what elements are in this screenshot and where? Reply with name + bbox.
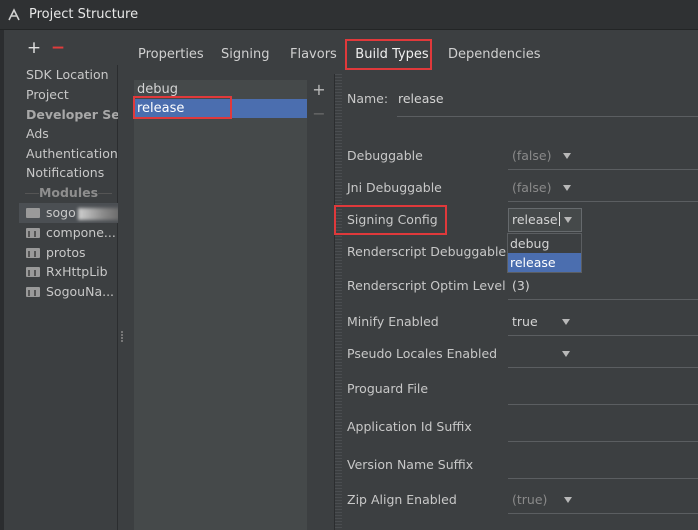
renderscript-optim-level-label: Renderscript Optim Level xyxy=(347,278,506,293)
field-underline xyxy=(508,169,698,170)
remove-build-type-button[interactable]: − xyxy=(311,106,327,122)
signing-config-value[interactable]: release xyxy=(512,209,560,231)
tab-dependencies[interactable]: Dependencies xyxy=(448,40,541,70)
minify-enabled-value[interactable]: true xyxy=(512,311,538,333)
library-module-icon xyxy=(26,227,40,238)
build-types-toolbar: + − xyxy=(311,82,331,130)
application-id-suffix-label: Application Id Suffix xyxy=(347,419,472,434)
proguard-file-label: Proguard File xyxy=(347,381,429,396)
sidebar-module-item[interactable]: protos xyxy=(19,243,118,263)
debuggable-value[interactable]: (false) xyxy=(512,145,552,167)
version-name-suffix-field[interactable] xyxy=(508,478,698,479)
highlight-signing-config xyxy=(334,205,447,235)
folder-module-icon xyxy=(26,207,40,218)
sidebar-developer-services-header: Developer Se... xyxy=(26,107,118,122)
panel-separator xyxy=(334,74,342,530)
window-title: Project Structure xyxy=(29,7,139,22)
library-module-icon xyxy=(26,286,40,297)
build-type-properties: Name: release Debuggable (false) Jni Deb… xyxy=(346,80,698,530)
dropdown-option-debug[interactable]: debug xyxy=(508,234,581,253)
debuggable-label: Debuggable xyxy=(347,148,423,163)
chevron-down-icon[interactable] xyxy=(564,497,572,503)
tab-signing[interactable]: Signing xyxy=(221,40,269,70)
chevron-down-icon[interactable] xyxy=(562,351,570,357)
build-types-list: debug release xyxy=(134,80,307,530)
sidebar-item-authentication[interactable]: Authentication xyxy=(19,144,118,164)
sidebar-module-item[interactable]: sogo xyxy=(19,203,118,223)
name-label: Name: xyxy=(347,91,389,106)
tab-flavors[interactable]: Flavors xyxy=(290,40,337,70)
zip-align-enabled-label: Zip Align Enabled xyxy=(347,492,457,507)
structure-sidebar: SDK Location Project Developer Se... Ads… xyxy=(19,65,118,530)
minify-enabled-label: Minify Enabled xyxy=(347,314,439,329)
splitter-handle[interactable] xyxy=(120,330,124,344)
version-name-suffix-label: Version Name Suffix xyxy=(347,457,474,472)
highlight-release-item xyxy=(133,96,232,119)
field-underline xyxy=(508,513,698,514)
zip-align-enabled-value[interactable]: (true) xyxy=(512,489,547,511)
jni-debuggable-label: Jni Debuggable xyxy=(347,180,442,195)
module-name: SogouNa... xyxy=(46,284,115,299)
module-name: compone... xyxy=(46,225,116,240)
module-name: sogo xyxy=(46,205,76,220)
jni-debuggable-value[interactable]: (false) xyxy=(512,177,552,199)
library-module-icon xyxy=(26,266,40,277)
sidebar-modules-header: Modules xyxy=(19,183,118,203)
application-id-suffix-field[interactable] xyxy=(508,441,698,442)
add-build-type-button[interactable]: + xyxy=(311,82,327,98)
remove-module-button[interactable]: − xyxy=(50,40,66,57)
sidebar-module-item[interactable]: RxHttpLib xyxy=(19,262,118,282)
proguard-file-field[interactable] xyxy=(508,404,698,405)
field-underline xyxy=(508,367,698,368)
sidebar-item-ads[interactable]: Ads xyxy=(19,124,118,144)
module-name: protos xyxy=(46,245,86,260)
renderscript-optim-level-value[interactable]: (3) xyxy=(512,275,530,297)
library-module-icon xyxy=(26,247,40,258)
tab-properties[interactable]: Properties xyxy=(138,40,204,70)
redacted-text xyxy=(77,207,118,220)
module-name: RxHttpLib xyxy=(46,264,108,279)
add-module-button[interactable]: + xyxy=(26,40,42,57)
sidebar-item-sdk-location[interactable]: SDK Location xyxy=(19,65,118,85)
name-field-underline xyxy=(397,116,698,117)
highlight-build-types-tab xyxy=(345,39,432,70)
renderscript-debuggable-label: Renderscript Debuggable xyxy=(347,244,507,259)
field-underline xyxy=(508,299,698,300)
name-field[interactable]: release xyxy=(398,89,444,109)
sidebar-item-project[interactable]: Project xyxy=(19,85,118,105)
field-underline xyxy=(508,335,698,336)
sidebar-module-item[interactable]: SogouNa... xyxy=(19,282,118,302)
chevron-down-icon[interactable] xyxy=(564,217,572,223)
pseudo-locales-enabled-label: Pseudo Locales Enabled xyxy=(347,346,498,361)
dropdown-option-release[interactable]: release xyxy=(508,253,581,272)
chevron-down-icon[interactable] xyxy=(563,153,571,159)
chevron-down-icon[interactable] xyxy=(562,319,570,325)
title-bar: Project Structure xyxy=(0,0,698,30)
sidebar-item-notifications[interactable]: Notifications xyxy=(19,163,118,183)
android-studio-icon xyxy=(8,8,20,21)
field-underline xyxy=(508,201,698,202)
sidebar-module-item[interactable]: compone... xyxy=(19,223,118,243)
chevron-down-icon[interactable] xyxy=(563,185,571,191)
signing-config-dropdown: debug release xyxy=(507,233,582,273)
